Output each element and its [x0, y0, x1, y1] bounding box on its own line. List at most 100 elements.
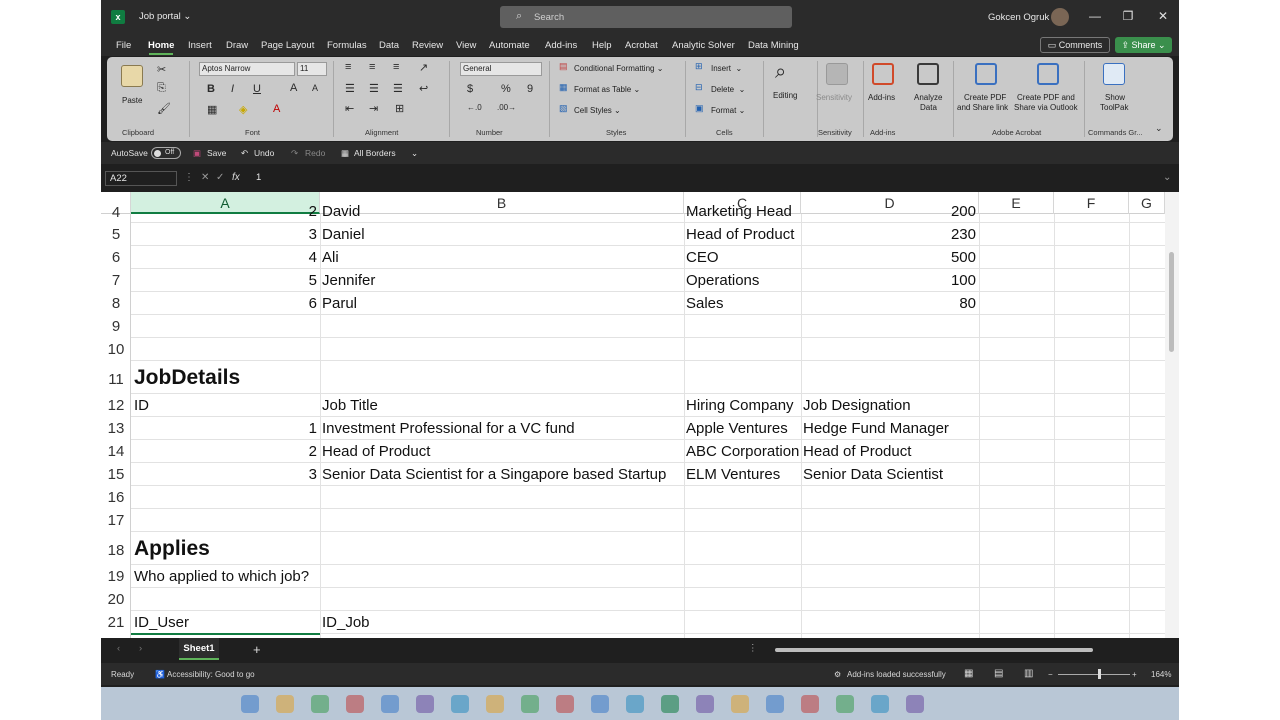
taskbar-app-icon[interactable]	[591, 695, 609, 713]
tab-draw[interactable]: Draw	[226, 40, 248, 51]
tab-home[interactable]: Home	[148, 40, 174, 51]
format-as-table-icon[interactable]: ▦	[559, 82, 568, 93]
cell-b12[interactable]: Job Title	[322, 397, 378, 414]
taskbar-app-icon[interactable]	[486, 695, 504, 713]
conditional-formatting-icon[interactable]: ▤	[559, 61, 568, 72]
number-format-select[interactable]: General	[460, 62, 542, 76]
restore-button[interactable]: ❐	[1118, 9, 1138, 23]
cell-d12[interactable]: Job Designation	[803, 397, 911, 414]
cell-d6[interactable]: 500	[801, 249, 976, 266]
insert-cells-button[interactable]: Insert ⌄	[711, 64, 742, 73]
document-name[interactable]: Job portal ⌄	[139, 11, 191, 22]
undo-icon[interactable]: ↶	[241, 148, 248, 159]
font-size-select[interactable]: 11	[297, 62, 327, 76]
create-pdf-outlook-line1[interactable]: Create PDF and	[1017, 93, 1075, 102]
cell-d7[interactable]: 100	[801, 272, 976, 289]
cell-b15[interactable]: Senior Data Scientist for a Singapore ba…	[322, 466, 666, 483]
cell-b21[interactable]: ID_Job	[322, 614, 370, 631]
tab-formulas[interactable]: Formulas	[327, 40, 367, 51]
align-middle-icon[interactable]: ≡	[369, 61, 375, 73]
cell-a6[interactable]: 4	[131, 249, 317, 266]
all-borders-icon[interactable]: ▦	[341, 148, 349, 159]
qat-customize-icon[interactable]: ⌄	[411, 148, 418, 159]
column-header-f[interactable]: F	[1054, 192, 1129, 214]
row-header-21[interactable]: 21	[101, 614, 131, 631]
tab-view[interactable]: View	[456, 40, 476, 51]
taskbar-app-icon[interactable]	[871, 695, 889, 713]
row-header-11[interactable]: 11	[101, 371, 131, 388]
comma-style-icon[interactable]: 9	[527, 83, 533, 95]
cell-a12[interactable]: ID	[134, 397, 149, 414]
format-cells-button[interactable]: Format ⌄	[711, 106, 745, 115]
decrease-decimal-icon[interactable]: .00→	[497, 103, 516, 112]
tab-help[interactable]: Help	[592, 40, 612, 51]
delete-cells-icon[interactable]: ⊟	[695, 82, 703, 93]
editing-button[interactable]: Editing	[773, 91, 797, 100]
tab-acrobat[interactable]: Acrobat	[625, 40, 658, 51]
taskbar-app-icon[interactable]	[626, 695, 644, 713]
share-button[interactable]: ⇪ Share ⌄	[1115, 37, 1172, 53]
insert-cells-icon[interactable]: ⊞	[695, 61, 703, 72]
undo-button[interactable]: Undo	[254, 148, 274, 158]
show-toolpak-line1[interactable]: Show	[1105, 93, 1125, 102]
align-left-icon[interactable]: ☰	[345, 82, 355, 95]
formula-input[interactable]: 1	[256, 172, 261, 183]
prev-sheet-icon[interactable]: ‹	[117, 643, 120, 654]
autosave-toggle[interactable]: Off	[151, 147, 181, 159]
align-bottom-icon[interactable]: ≡	[393, 61, 399, 73]
borders-icon[interactable]: ▦	[207, 103, 217, 116]
cell-styles-button[interactable]: Cell Styles ⌄	[574, 106, 621, 115]
save-icon[interactable]: ▣	[193, 148, 201, 159]
font-name-select[interactable]: Aptos Narrow	[199, 62, 295, 76]
page-layout-view-icon[interactable]: ▤	[994, 668, 1003, 679]
align-center-icon[interactable]: ☰	[369, 82, 379, 95]
cell-c5[interactable]: Head of Product	[686, 226, 794, 243]
zoom-slider-thumb[interactable]	[1098, 669, 1101, 679]
row-header-12[interactable]: 12	[101, 397, 131, 414]
tab-data[interactable]: Data	[379, 40, 399, 51]
increase-indent-icon[interactable]: ⇥	[369, 102, 378, 115]
horizontal-scrollbar[interactable]	[769, 646, 1165, 654]
taskbar-app-icon[interactable]	[451, 695, 469, 713]
analyze-data-icon[interactable]	[917, 63, 939, 85]
taskbar-app-icon[interactable]	[906, 695, 924, 713]
tab-review[interactable]: Review	[412, 40, 443, 51]
taskbar-app-icon[interactable]	[241, 695, 259, 713]
format-as-table-button[interactable]: Format as Table ⌄	[574, 85, 640, 94]
italic-icon[interactable]: I	[231, 83, 234, 95]
zoom-in-icon[interactable]: +	[1132, 670, 1137, 679]
currency-icon[interactable]: $	[467, 83, 473, 95]
taskbar-app-icon[interactable]	[731, 695, 749, 713]
row-header-18[interactable]: 18	[101, 542, 131, 559]
row-header-16[interactable]: 16	[101, 489, 131, 506]
avatar[interactable]	[1051, 8, 1069, 26]
fill-color-icon[interactable]: ◈	[239, 103, 247, 116]
font-color-icon[interactable]: A	[273, 103, 280, 115]
delete-cells-button[interactable]: Delete ⌄	[711, 85, 745, 94]
add-sheet-button[interactable]: +	[253, 642, 261, 657]
cut-icon[interactable]: ✂	[157, 63, 166, 76]
tab-splitter-icon[interactable]: ⋮	[748, 643, 758, 654]
tab-sheet1[interactable]: Sheet1	[179, 638, 219, 660]
tab-add-ins[interactable]: Add-ins	[545, 40, 577, 51]
save-button[interactable]: Save	[207, 148, 226, 158]
merge-center-icon[interactable]: ⊞	[395, 102, 404, 115]
create-pdf-share-link-line2[interactable]: and Share link	[957, 103, 1008, 112]
search-box[interactable]: ⌕ Search	[500, 6, 792, 28]
editing-search-icon[interactable]: ⌕	[775, 61, 786, 84]
cell-c13[interactable]: Apple Ventures	[686, 420, 788, 437]
cell-d13[interactable]: Hedge Fund Manager	[803, 420, 949, 437]
taskbar-app-icon[interactable]	[696, 695, 714, 713]
more-options-icon[interactable]: ⋮	[184, 172, 194, 183]
tab-page-layout[interactable]: Page Layout	[261, 40, 314, 51]
cell-b7[interactable]: Jennifer	[322, 272, 375, 289]
section-title-jobdetails[interactable]: JobDetails	[134, 366, 240, 390]
conditional-formatting-button[interactable]: Conditional Formatting ⌄	[574, 64, 663, 73]
cell-a14[interactable]: 2	[131, 443, 317, 460]
tab-automate[interactable]: Automate	[489, 40, 530, 51]
row-header-7[interactable]: 7	[101, 272, 131, 289]
name-box[interactable]: A22	[105, 171, 177, 186]
row-header-8[interactable]: 8	[101, 295, 131, 312]
cell-d8[interactable]: 80	[801, 295, 976, 312]
format-cells-icon[interactable]: ▣	[695, 103, 704, 114]
